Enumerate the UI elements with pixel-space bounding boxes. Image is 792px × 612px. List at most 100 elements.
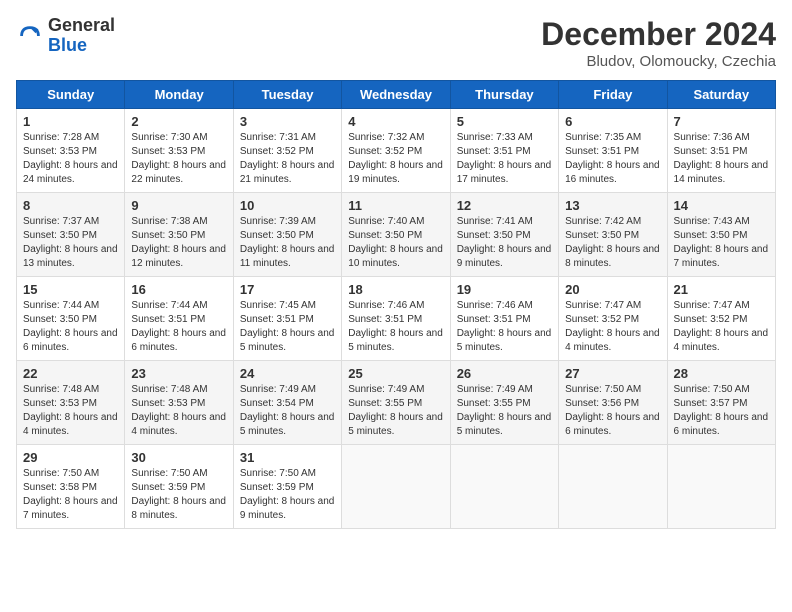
empty-cell [342,445,450,529]
day-info: Sunrise: 7:44 AM Sunset: 3:51 PM Dayligh… [131,299,226,355]
day-info: Sunrise: 7:50 AM Sunset: 3:59 PM Dayligh… [240,467,335,523]
day-24: 24 Sunrise: 7:49 AM Sunset: 3:54 PM Dayl… [233,361,341,445]
day-13: 13 Sunrise: 7:42 AM Sunset: 3:50 PM Dayl… [559,193,667,277]
day-number: 15 [23,282,118,297]
day-number: 17 [240,282,335,297]
day-info: Sunrise: 7:28 AM Sunset: 3:53 PM Dayligh… [23,131,118,187]
day-number: 31 [240,450,335,465]
day-2: 2 Sunrise: 7:30 AM Sunset: 3:53 PM Dayli… [125,109,233,193]
logo-general: General [48,15,115,35]
day-15: 15 Sunrise: 7:44 AM Sunset: 3:50 PM Dayl… [17,277,125,361]
day-number: 16 [131,282,226,297]
day-29: 29 Sunrise: 7:50 AM Sunset: 3:58 PM Dayl… [17,445,125,529]
day-8: 8 Sunrise: 7:37 AM Sunset: 3:50 PM Dayli… [17,193,125,277]
day-9: 9 Sunrise: 7:38 AM Sunset: 3:50 PM Dayli… [125,193,233,277]
day-7: 7 Sunrise: 7:36 AM Sunset: 3:51 PM Dayli… [667,109,775,193]
day-number: 24 [240,366,335,381]
day-10: 10 Sunrise: 7:39 AM Sunset: 3:50 PM Dayl… [233,193,341,277]
day-number: 19 [457,282,552,297]
empty-cell [667,445,775,529]
day-info: Sunrise: 7:48 AM Sunset: 3:53 PM Dayligh… [131,383,226,439]
day-info: Sunrise: 7:42 AM Sunset: 3:50 PM Dayligh… [565,215,660,271]
logo-text: General Blue [48,16,115,56]
day-26: 26 Sunrise: 7:49 AM Sunset: 3:55 PM Dayl… [450,361,558,445]
day-number: 13 [565,198,660,213]
day-info: Sunrise: 7:39 AM Sunset: 3:50 PM Dayligh… [240,215,335,271]
day-info: Sunrise: 7:44 AM Sunset: 3:50 PM Dayligh… [23,299,118,355]
empty-cell [450,445,558,529]
day-17: 17 Sunrise: 7:45 AM Sunset: 3:51 PM Dayl… [233,277,341,361]
logo-blue: Blue [48,35,87,55]
day-number: 21 [674,282,769,297]
logo: General Blue [16,16,115,56]
day-info: Sunrise: 7:50 AM Sunset: 3:58 PM Dayligh… [23,467,118,523]
day-info: Sunrise: 7:38 AM Sunset: 3:50 PM Dayligh… [131,215,226,271]
day-25: 25 Sunrise: 7:49 AM Sunset: 3:55 PM Dayl… [342,361,450,445]
day-info: Sunrise: 7:43 AM Sunset: 3:50 PM Dayligh… [674,215,769,271]
day-number: 30 [131,450,226,465]
day-5: 5 Sunrise: 7:33 AM Sunset: 3:51 PM Dayli… [450,109,558,193]
day-info: Sunrise: 7:50 AM Sunset: 3:57 PM Dayligh… [674,383,769,439]
col-saturday: Saturday [667,81,775,109]
calendar-table: Sunday Monday Tuesday Wednesday Thursday… [16,80,776,529]
day-22: 22 Sunrise: 7:48 AM Sunset: 3:53 PM Dayl… [17,361,125,445]
day-info: Sunrise: 7:35 AM Sunset: 3:51 PM Dayligh… [565,131,660,187]
day-info: Sunrise: 7:49 AM Sunset: 3:55 PM Dayligh… [457,383,552,439]
day-18: 18 Sunrise: 7:46 AM Sunset: 3:51 PM Dayl… [342,277,450,361]
day-30: 30 Sunrise: 7:50 AM Sunset: 3:59 PM Dayl… [125,445,233,529]
day-number: 4 [348,114,443,129]
day-info: Sunrise: 7:49 AM Sunset: 3:55 PM Dayligh… [348,383,443,439]
day-number: 25 [348,366,443,381]
page-header: General Blue December 2024 Bludov, Olomo… [16,16,776,70]
day-number: 1 [23,114,118,129]
day-info: Sunrise: 7:33 AM Sunset: 3:51 PM Dayligh… [457,131,552,187]
day-number: 11 [348,198,443,213]
day-number: 22 [23,366,118,381]
day-11: 11 Sunrise: 7:40 AM Sunset: 3:50 PM Dayl… [342,193,450,277]
day-number: 9 [131,198,226,213]
col-thursday: Thursday [450,81,558,109]
col-monday: Monday [125,81,233,109]
day-number: 12 [457,198,552,213]
empty-cell [559,445,667,529]
day-number: 10 [240,198,335,213]
day-info: Sunrise: 7:40 AM Sunset: 3:50 PM Dayligh… [348,215,443,271]
day-info: Sunrise: 7:46 AM Sunset: 3:51 PM Dayligh… [457,299,552,355]
month-title: December 2024 [541,16,776,53]
day-info: Sunrise: 7:47 AM Sunset: 3:52 PM Dayligh… [674,299,769,355]
day-21: 21 Sunrise: 7:47 AM Sunset: 3:52 PM Dayl… [667,277,775,361]
col-wednesday: Wednesday [342,81,450,109]
day-number: 20 [565,282,660,297]
day-info: Sunrise: 7:48 AM Sunset: 3:53 PM Dayligh… [23,383,118,439]
day-28: 28 Sunrise: 7:50 AM Sunset: 3:57 PM Dayl… [667,361,775,445]
day-number: 28 [674,366,769,381]
col-friday: Friday [559,81,667,109]
day-info: Sunrise: 7:50 AM Sunset: 3:59 PM Dayligh… [131,467,226,523]
day-27: 27 Sunrise: 7:50 AM Sunset: 3:56 PM Dayl… [559,361,667,445]
day-info: Sunrise: 7:47 AM Sunset: 3:52 PM Dayligh… [565,299,660,355]
day-23: 23 Sunrise: 7:48 AM Sunset: 3:53 PM Dayl… [125,361,233,445]
day-6: 6 Sunrise: 7:35 AM Sunset: 3:51 PM Dayli… [559,109,667,193]
col-tuesday: Tuesday [233,81,341,109]
day-info: Sunrise: 7:37 AM Sunset: 3:50 PM Dayligh… [23,215,118,271]
day-info: Sunrise: 7:30 AM Sunset: 3:53 PM Dayligh… [131,131,226,187]
calendar-header-row: Sunday Monday Tuesday Wednesday Thursday… [17,81,776,109]
day-number: 29 [23,450,118,465]
day-3: 3 Sunrise: 7:31 AM Sunset: 3:52 PM Dayli… [233,109,341,193]
day-16: 16 Sunrise: 7:44 AM Sunset: 3:51 PM Dayl… [125,277,233,361]
day-number: 7 [674,114,769,129]
day-info: Sunrise: 7:49 AM Sunset: 3:54 PM Dayligh… [240,383,335,439]
title-block: December 2024 Bludov, Olomoucky, Czechia [541,16,776,70]
day-info: Sunrise: 7:46 AM Sunset: 3:51 PM Dayligh… [348,299,443,355]
day-info: Sunrise: 7:45 AM Sunset: 3:51 PM Dayligh… [240,299,335,355]
day-number: 18 [348,282,443,297]
day-info: Sunrise: 7:32 AM Sunset: 3:52 PM Dayligh… [348,131,443,187]
day-number: 26 [457,366,552,381]
day-number: 23 [131,366,226,381]
day-12: 12 Sunrise: 7:41 AM Sunset: 3:50 PM Dayl… [450,193,558,277]
logo-icon [16,22,44,50]
day-number: 6 [565,114,660,129]
location-subtitle: Bludov, Olomoucky, Czechia [541,53,776,70]
day-number: 2 [131,114,226,129]
day-4: 4 Sunrise: 7:32 AM Sunset: 3:52 PM Dayli… [342,109,450,193]
